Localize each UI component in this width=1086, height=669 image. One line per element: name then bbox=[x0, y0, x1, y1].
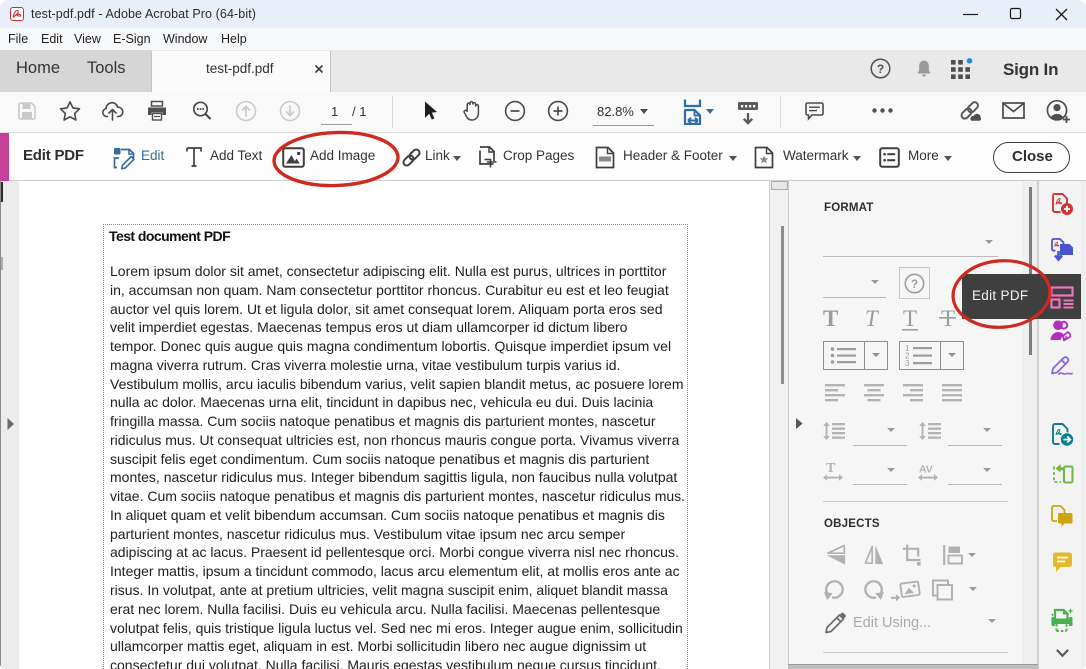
svg-text:T: T bbox=[903, 306, 917, 331]
svg-text:T: T bbox=[823, 306, 838, 331]
svg-text:AV: AV bbox=[919, 464, 933, 476]
svg-text:T: T bbox=[826, 461, 836, 476]
svg-text:?: ? bbox=[877, 62, 884, 76]
svg-text:T: T bbox=[865, 306, 880, 331]
svg-text:3: 3 bbox=[905, 359, 910, 367]
svg-text:?: ? bbox=[911, 277, 918, 291]
